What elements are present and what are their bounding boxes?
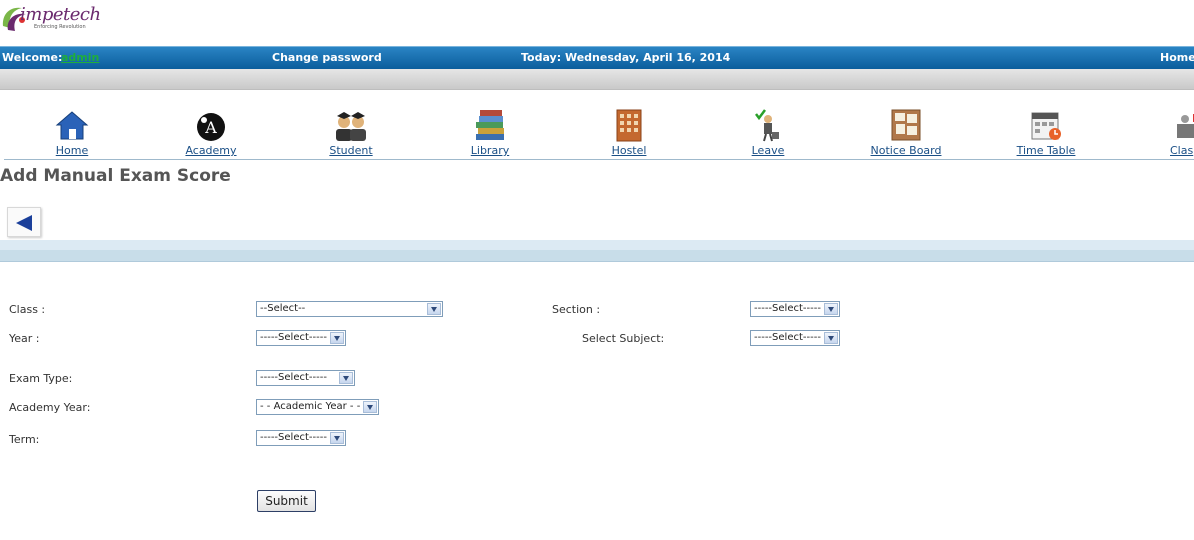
section-select[interactable]: -----Select----- bbox=[750, 301, 840, 317]
nav-item-academy[interactable]: A Academy bbox=[166, 108, 256, 157]
logo-text: impetech bbox=[20, 4, 101, 25]
term-select-value: -----Select----- bbox=[260, 432, 327, 443]
subject-select-value: -----Select----- bbox=[754, 332, 821, 343]
leave-icon bbox=[755, 109, 779, 142]
class-select-value: --Select-- bbox=[260, 303, 306, 314]
nav-item-notice-board[interactable]: Notice Board bbox=[861, 108, 951, 157]
today-date: Today: Wednesday, April 16, 2014 bbox=[521, 51, 731, 64]
nav-label-library: Library bbox=[470, 144, 510, 157]
welcome-label: Welcome: bbox=[2, 51, 63, 64]
nav-item-class[interactable]: Clas bbox=[1140, 108, 1194, 157]
section-select-value: -----Select----- bbox=[754, 303, 821, 314]
academy-year-label: Academy Year: bbox=[9, 401, 91, 414]
back-arrow-icon bbox=[16, 215, 32, 231]
logo: impetech Enforcing Revolution bbox=[0, 0, 101, 40]
nav-label-class: Clas bbox=[1170, 144, 1194, 157]
term-label: Term: bbox=[9, 433, 40, 446]
timetable-icon bbox=[1031, 112, 1061, 140]
nav-item-student[interactable]: Student bbox=[306, 108, 396, 157]
welcome-user-link[interactable]: admin bbox=[61, 51, 99, 64]
chevron-down-icon bbox=[330, 432, 344, 444]
term-select[interactable]: -----Select----- bbox=[256, 430, 346, 446]
chevron-down-icon bbox=[330, 332, 344, 344]
nav-item-library[interactable]: Library bbox=[445, 108, 535, 157]
class-label: Class : bbox=[9, 303, 46, 316]
exam-type-select-value: -----Select----- bbox=[260, 372, 327, 383]
nav-label-academy: Academy bbox=[185, 144, 237, 157]
nav-label-home: Home bbox=[55, 144, 89, 157]
nav-item-time-table[interactable]: Time Table bbox=[1001, 108, 1091, 157]
nav-label-student: Student bbox=[329, 144, 373, 157]
nav-label-time-table: Time Table bbox=[1016, 144, 1076, 157]
exam-type-label: Exam Type: bbox=[9, 372, 73, 385]
sub-bar bbox=[0, 69, 1194, 90]
chevron-down-icon bbox=[363, 401, 377, 413]
chevron-down-icon bbox=[824, 332, 838, 344]
chevron-down-icon bbox=[427, 303, 441, 315]
change-password-link[interactable]: Change password bbox=[272, 51, 382, 64]
chevron-down-icon bbox=[339, 372, 353, 384]
academy-year-select-value: - - Academic Year - - bbox=[260, 401, 361, 412]
student-icon bbox=[336, 112, 366, 141]
academy-year-select[interactable]: - - Academic Year - - bbox=[256, 399, 379, 415]
submit-button[interactable]: Submit bbox=[257, 490, 316, 512]
page-title: Add Manual Exam Score bbox=[0, 166, 231, 186]
year-select[interactable]: -----Select----- bbox=[256, 330, 346, 346]
top-bar: Welcome: admin Change password Today: We… bbox=[0, 46, 1194, 69]
building-icon bbox=[616, 109, 642, 142]
nav-label-notice-board: Notice Board bbox=[870, 144, 942, 157]
exam-type-select[interactable]: -----Select----- bbox=[256, 370, 355, 386]
class-select[interactable]: --Select-- bbox=[256, 301, 443, 317]
nav-item-home[interactable]: Home bbox=[27, 108, 117, 157]
home-icon bbox=[55, 111, 89, 140]
nav-label-leave: Leave bbox=[751, 144, 785, 157]
nav-label-hostel: Hostel bbox=[611, 144, 647, 157]
back-button[interactable] bbox=[7, 207, 41, 237]
section-band bbox=[0, 240, 1194, 250]
books-icon bbox=[476, 110, 504, 140]
nav-item-leave[interactable]: Leave bbox=[723, 108, 813, 157]
nav-item-hostel[interactable]: Hostel bbox=[584, 108, 674, 157]
subject-label: Select Subject: bbox=[582, 332, 665, 345]
subject-select[interactable]: -----Select----- bbox=[750, 330, 840, 346]
section-label: Section : bbox=[552, 303, 601, 316]
home-link[interactable]: Home bbox=[1160, 51, 1194, 64]
class-icon bbox=[1177, 114, 1194, 138]
year-select-value: -----Select----- bbox=[260, 332, 327, 343]
academy-icon: A bbox=[197, 113, 225, 141]
nav-divider bbox=[4, 159, 1194, 160]
logo-tagline: Enforcing Revolution bbox=[34, 24, 86, 30]
notice-board-icon bbox=[891, 109, 921, 141]
section-band-lower bbox=[0, 250, 1194, 262]
year-label: Year : bbox=[9, 332, 40, 345]
chevron-down-icon bbox=[824, 303, 838, 315]
